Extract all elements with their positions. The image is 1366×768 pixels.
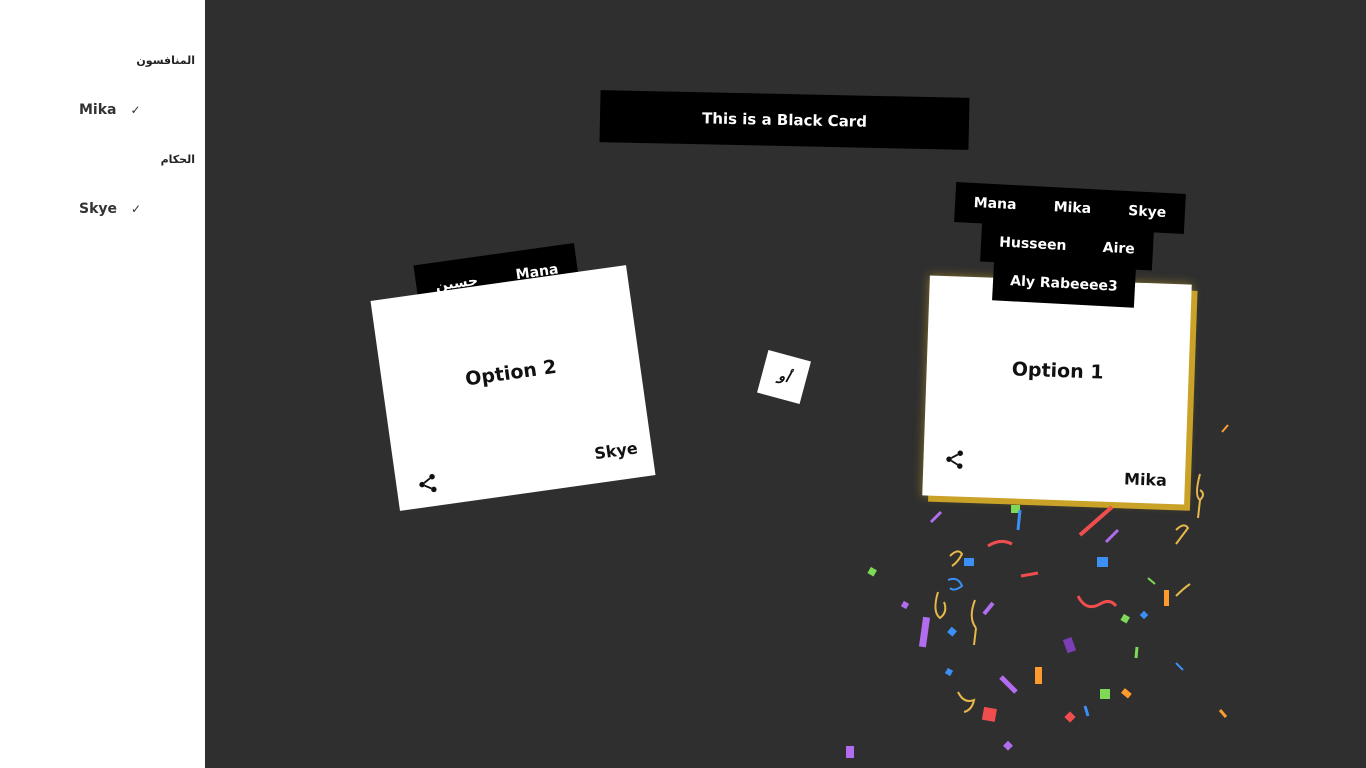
sidebar: المنافسون Mika ✓ الحكام Skye ✓: [0, 0, 205, 768]
voter-name: Husseen: [998, 234, 1067, 254]
voter-name: Mana: [973, 194, 1017, 214]
card-author: Mika: [1123, 469, 1168, 490]
voters-tag-right-row3: Aly Rabeeee3: [992, 260, 1136, 308]
answer-card-option-2[interactable]: Option 2 Skye: [370, 265, 656, 511]
contestant-item[interactable]: Mika ✓: [79, 102, 141, 118]
judge-item[interactable]: Skye ✓: [79, 201, 141, 217]
answer-card-option-1[interactable]: Option 1 Mika: [922, 275, 1192, 505]
share-icon[interactable]: [943, 448, 966, 471]
share-icon[interactable]: [415, 471, 440, 496]
voter-name: Mika: [1053, 199, 1092, 218]
card-option-text: Option 2: [463, 355, 558, 391]
judge-name: Skye: [79, 201, 118, 217]
card-option-text: Option 1: [1011, 358, 1104, 384]
check-icon: ✓: [130, 103, 141, 117]
check-icon: ✓: [131, 202, 142, 216]
or-label: أو: [757, 350, 811, 404]
voter-name: Aly Rabeeee3: [1009, 273, 1119, 295]
black-card: This is a Black Card: [599, 90, 970, 150]
card-author: Skye: [593, 438, 639, 464]
judges-heading: الحكام: [160, 153, 195, 166]
contestants-heading: المنافسون: [136, 54, 195, 67]
voter-name: Aire: [1102, 239, 1136, 258]
contestant-name: Mika: [79, 102, 117, 118]
voter-name: Skye: [1127, 203, 1167, 222]
